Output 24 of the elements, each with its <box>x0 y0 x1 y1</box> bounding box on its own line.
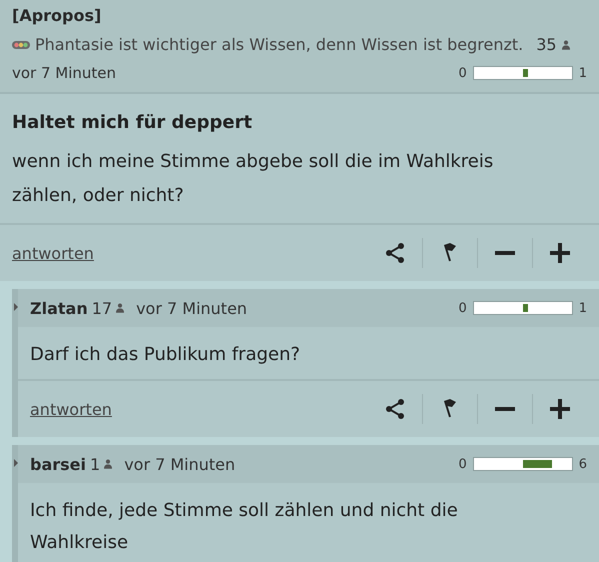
rating-max: 6 <box>578 456 587 472</box>
user-count: 17 <box>92 298 112 318</box>
user-count: 35 <box>536 35 557 54</box>
rating-max: 1 <box>578 66 587 80</box>
rating-min: 0 <box>458 456 467 472</box>
person-icon <box>116 303 124 313</box>
rating-min: 0 <box>458 300 467 316</box>
person-icon <box>104 459 112 469</box>
reply-link[interactable]: antworten <box>12 244 368 262</box>
traffic-light-icon <box>12 40 30 48</box>
post-time: vor 7 Minuten <box>136 298 248 318</box>
user-count: 1 <box>90 454 100 474</box>
motto-text: Phantasie ist wichtiger als Wissen, denn Wissen ist begrenzt. <box>35 35 524 54</box>
author-name[interactable]: barsei <box>30 454 86 474</box>
post-title: Haltet mich für deppert <box>11 111 254 135</box>
post-time: vor 7 Minuten <box>124 454 236 474</box>
reply-link[interactable]: antworten <box>30 400 368 418</box>
person-icon <box>562 40 570 50</box>
rating-min: 0 <box>458 66 467 80</box>
author-name[interactable]: Zlatan <box>30 298 88 318</box>
forum-title: [Apropos] <box>12 6 102 25</box>
rating-max: 1 <box>578 300 587 316</box>
post-body: wenn ich meine Stimme abgebe soll die im Wahlkreis zählen, oder nicht? <box>11 150 494 208</box>
post-time: vor 7 Minuten <box>12 64 116 82</box>
